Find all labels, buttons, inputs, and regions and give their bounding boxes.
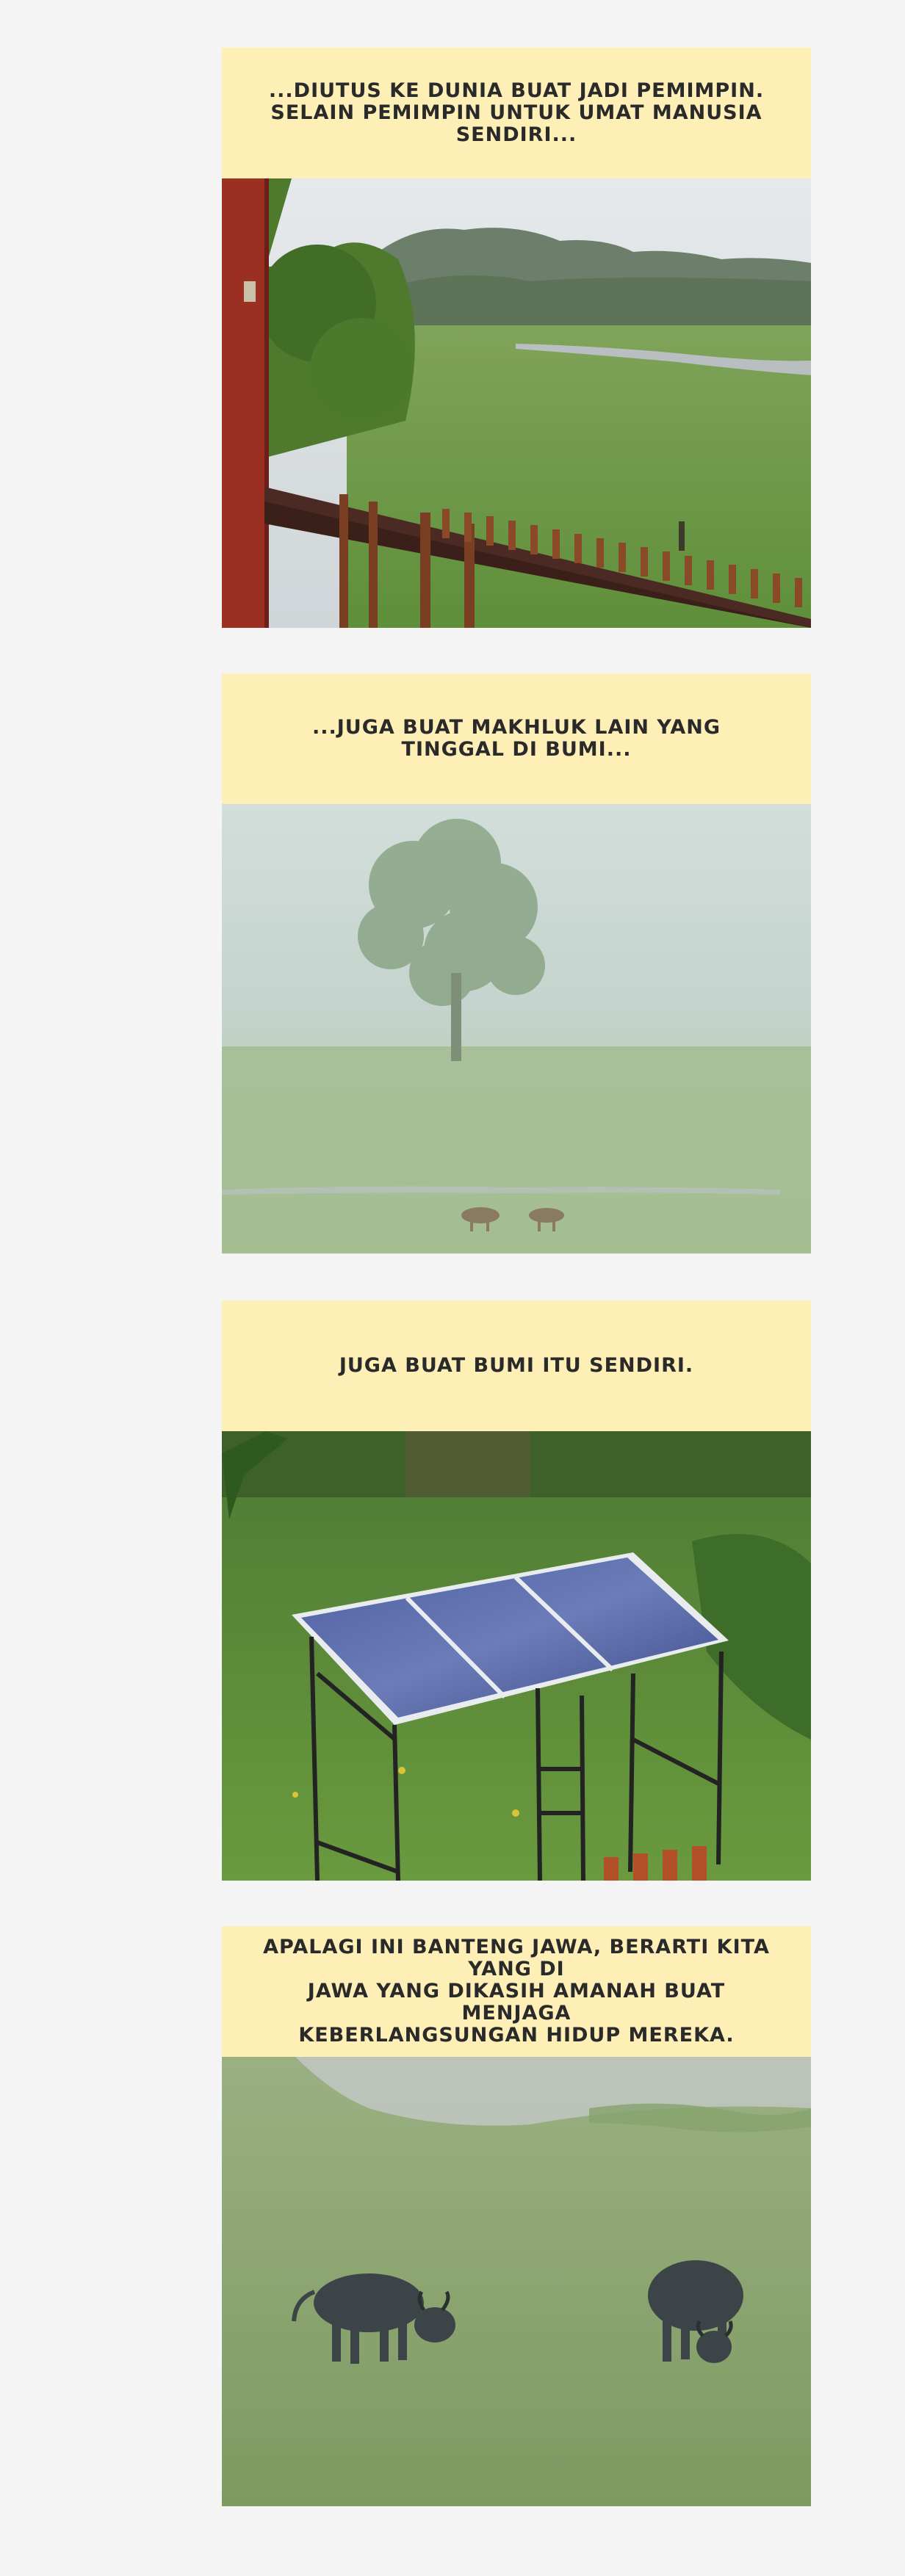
caption-box-3: JUGA BUAT BUMI ITU SENDIRI. — [222, 1300, 811, 1431]
landscape-balcony-photo — [222, 178, 811, 628]
caption-box-2: ...JUGA BUAT MAKHLUK LAIN YANG TINGGAL D… — [222, 673, 811, 804]
comic-panel-3: JUGA BUAT BUMI ITU SENDIRI. — [222, 1300, 811, 1881]
caption-text-2: ...JUGA BUAT MAKHLUK LAIN YANG TINGGAL D… — [311, 716, 721, 761]
solar-panel-photo — [222, 1431, 811, 1881]
caption-box-4: APALAGI INI BANTENG JAWA, BERARTI KITA Y… — [222, 1926, 811, 2057]
caption-text-3: JUGA BUAT BUMI ITU SENDIRI. — [339, 1354, 694, 1377]
banteng-grazing-photo — [222, 2057, 811, 2506]
caption-text-4: APALAGI INI BANTENG JAWA, BERARTI KITA Y… — [263, 1936, 770, 2047]
comic-panel-2: ...JUGA BUAT MAKHLUK LAIN YANG TINGGAL D… — [222, 673, 811, 1253]
comic-panel-4: APALAGI INI BANTENG JAWA, BERARTI KITA Y… — [222, 1926, 811, 2506]
caption-box-1: ...DIUTUS KE DUNIA BUAT JADI PEMIMPIN. S… — [222, 48, 811, 178]
misty-field-deer-photo — [222, 804, 811, 1253]
comic-panel-1: ...DIUTUS KE DUNIA BUAT JADI PEMIMPIN. S… — [222, 48, 811, 628]
caption-text-1: ...DIUTUS KE DUNIA BUAT JADI PEMIMPIN. S… — [268, 79, 765, 146]
